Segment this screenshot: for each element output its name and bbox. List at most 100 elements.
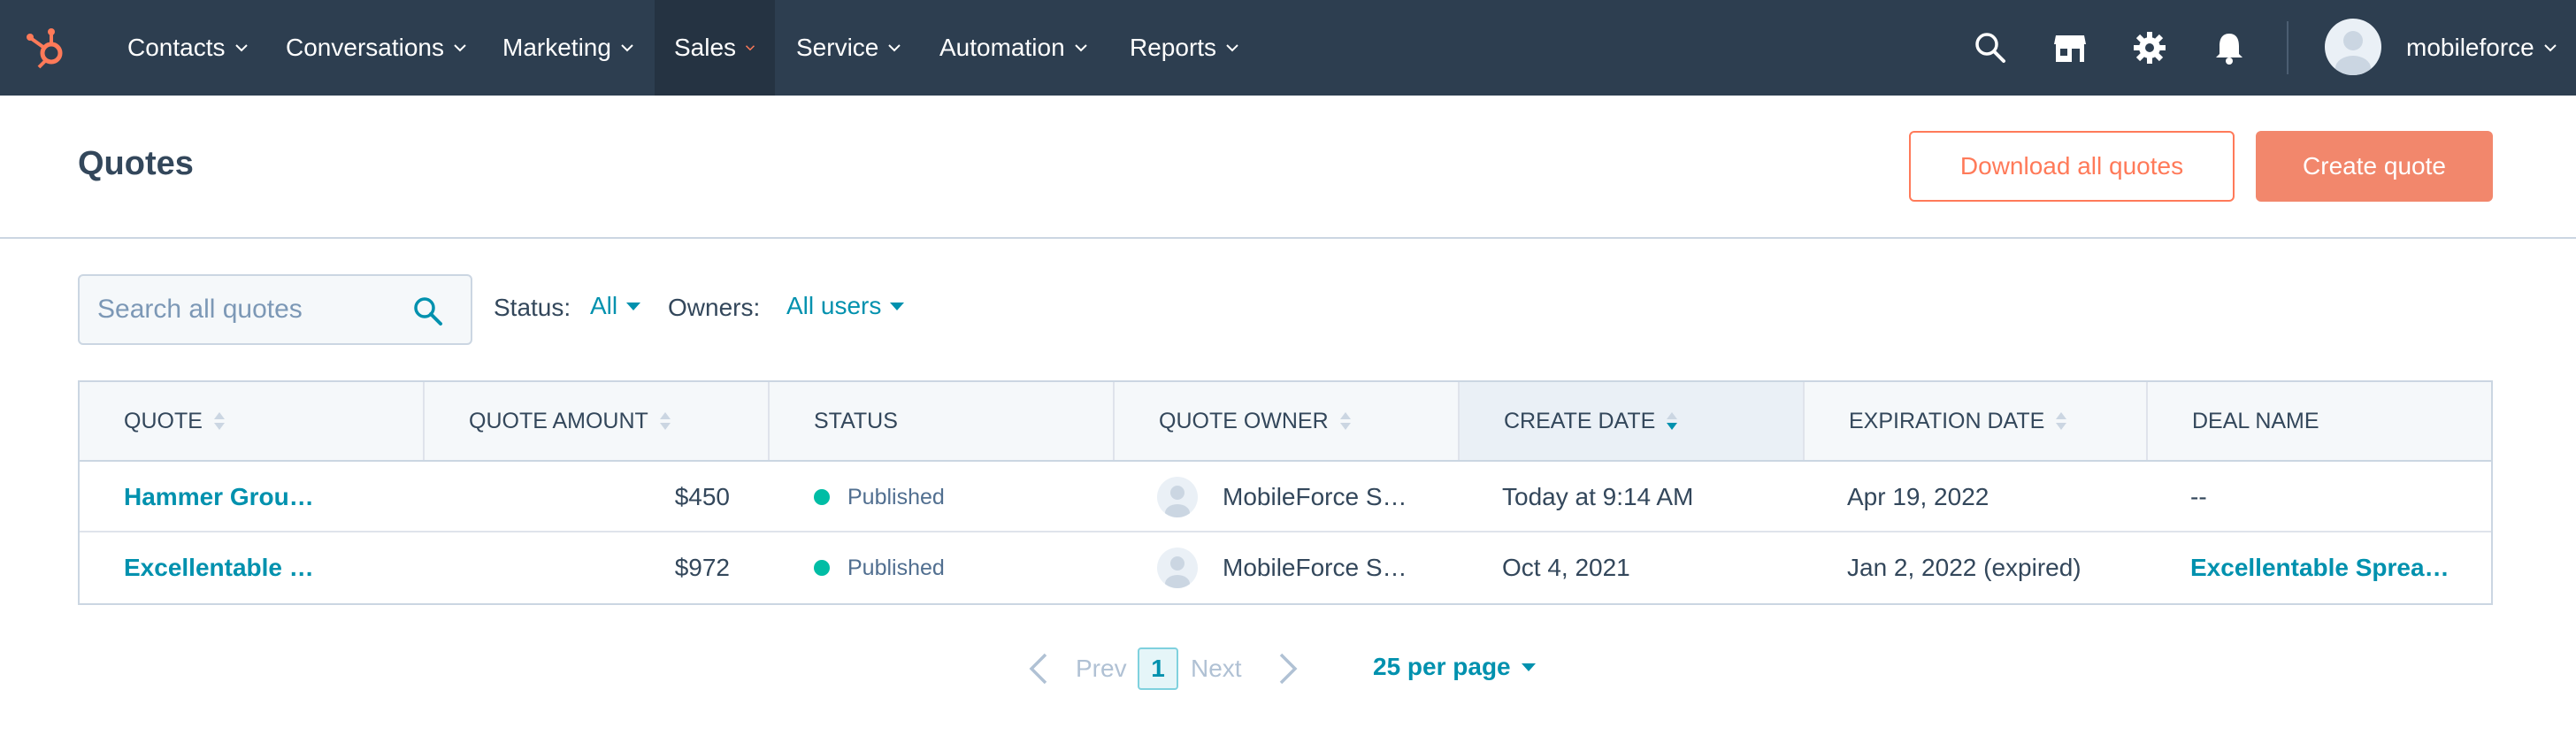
user-avatar[interactable] — [2325, 19, 2381, 75]
owner-name: MobileForce S… — [1223, 554, 1407, 581]
nav-item-sales[interactable]: Sales — [655, 0, 775, 96]
expiration-date: Apr 19, 2022 — [1847, 483, 1990, 510]
search-icon[interactable] — [1973, 30, 2008, 65]
per-page-dropdown[interactable]: 25 per page — [1373, 653, 1536, 681]
nav-item-label: Service — [796, 34, 879, 61]
caret-down-icon — [890, 302, 905, 310]
notifications-bell-icon[interactable] — [2212, 30, 2247, 65]
nav-divider — [2287, 21, 2288, 74]
nav-item-label: Sales — [674, 34, 737, 61]
deal-name: -- — [2190, 483, 2207, 510]
column-header-label: QUOTE AMOUNT — [469, 408, 648, 433]
settings-gear-icon[interactable] — [2132, 30, 2167, 65]
column-header-quote-amount[interactable]: QUOTE AMOUNT — [425, 382, 770, 460]
quote-name-link[interactable]: Hammer Grou… — [124, 462, 314, 532]
create-date: Today at 9:14 AM — [1502, 483, 1694, 510]
owner-avatar-icon — [1157, 548, 1198, 588]
search-icon[interactable] — [412, 295, 444, 327]
column-header-label: CREATE DATE — [1504, 408, 1656, 433]
owner-avatar-icon — [1157, 477, 1198, 517]
chevron-down-icon — [234, 44, 248, 52]
status-text: Published — [847, 484, 945, 509]
owners-filter-value: All users — [786, 292, 882, 319]
nav-item-service[interactable]: Service — [777, 0, 921, 96]
page-title: Quotes — [78, 145, 194, 182]
table-row: Hammer Grou… $450 Published MobileForce … — [80, 462, 2491, 532]
status-filter-dropdown[interactable]: All — [590, 292, 641, 320]
current-page-button[interactable]: 1 — [1138, 647, 1178, 690]
column-header-label: QUOTE — [124, 408, 203, 433]
marketplace-icon[interactable] — [2052, 30, 2088, 65]
status-filter-value: All — [590, 292, 618, 319]
sort-descending-icon — [1667, 412, 1678, 430]
column-header-create-date[interactable]: CREATE DATE — [1460, 382, 1805, 460]
status-dot-icon — [814, 489, 830, 505]
create-quote-button[interactable]: Create quote — [2256, 131, 2493, 202]
sort-icon — [1339, 412, 1351, 430]
chevron-down-icon — [621, 44, 633, 52]
quote-owner: MobileForce S… — [1157, 462, 1407, 532]
chevron-left-icon[interactable] — [1028, 651, 1049, 686]
nav-item-label: Conversations — [286, 34, 444, 61]
hubspot-logo-icon[interactable] — [23, 23, 73, 73]
search-input[interactable] — [97, 292, 398, 327]
column-header-quote[interactable]: QUOTE — [80, 382, 425, 460]
nav-item-label: Contacts — [127, 34, 226, 61]
nav-item-conversations[interactable]: Conversations — [266, 0, 487, 96]
quote-owner: MobileForce S… — [1157, 532, 1407, 603]
nav-item-label: Automation — [939, 34, 1065, 61]
quote-name-link[interactable]: Excellentable … — [124, 532, 314, 603]
next-page-button[interactable]: Next — [1191, 655, 1242, 683]
status-text: Published — [847, 555, 945, 580]
chevron-down-icon — [746, 45, 755, 51]
sort-icon — [2056, 412, 2067, 430]
quote-amount: $972 — [674, 554, 730, 581]
chevron-down-icon — [888, 44, 901, 52]
owners-filter-dropdown[interactable]: All users — [786, 292, 905, 320]
status-dot-icon — [814, 560, 830, 576]
status-badge: Published — [814, 462, 945, 532]
column-header-label: EXPIRATION DATE — [1849, 408, 2045, 433]
status-filter-label: Status: — [494, 294, 571, 321]
expiration-date: Jan 2, 2022 (expired) — [1847, 554, 2082, 581]
create-date: Oct 4, 2021 — [1502, 554, 1630, 581]
column-header-label: STATUS — [814, 408, 898, 433]
nav-item-marketing[interactable]: Marketing — [483, 0, 654, 96]
nav-item-contacts[interactable]: Contacts — [108, 0, 268, 96]
default-avatar-icon — [2335, 31, 2371, 75]
quote-amount: $450 — [674, 483, 730, 510]
table-header: QUOTE QUOTE AMOUNT STATUS QUOTE OWNER CR… — [80, 382, 2491, 462]
quotes-table: QUOTE QUOTE AMOUNT STATUS QUOTE OWNER CR… — [78, 380, 2493, 605]
nav-item-automation[interactable]: Automation — [920, 0, 1108, 96]
column-header-status: STATUS — [770, 382, 1115, 460]
top-navigation-bar: Contacts Conversations Marketing Sales S… — [0, 0, 2576, 96]
nav-item-label: Marketing — [502, 34, 611, 61]
search-box — [78, 274, 472, 345]
chevron-down-icon — [1074, 44, 1087, 52]
table-row: Excellentable … $972 Published MobileFor… — [80, 532, 2491, 603]
account-menu[interactable]: mobileforce — [2406, 0, 2557, 96]
column-header-label: DEAL NAME — [2192, 408, 2319, 433]
column-header-label: QUOTE OWNER — [1159, 408, 1329, 433]
prev-page-button[interactable]: Prev — [1076, 655, 1127, 683]
user-name-label: mobileforce — [2406, 34, 2534, 61]
owners-filter-label: Owners: — [668, 294, 761, 321]
sort-icon — [659, 412, 671, 430]
nav-item-label: Reports — [1130, 34, 1217, 61]
column-header-quote-owner[interactable]: QUOTE OWNER — [1115, 382, 1460, 460]
chevron-down-icon — [2544, 44, 2557, 52]
deal-name-link[interactable]: Excellentable Sprea… — [2190, 532, 2450, 603]
download-all-quotes-button[interactable]: Download all quotes — [1909, 131, 2235, 202]
owner-name: MobileForce S… — [1223, 483, 1407, 510]
column-header-expiration-date[interactable]: EXPIRATION DATE — [1805, 382, 2148, 460]
caret-down-icon — [626, 302, 641, 310]
chevron-down-icon — [1226, 44, 1238, 52]
sort-icon — [213, 412, 225, 430]
status-badge: Published — [814, 532, 945, 603]
nav-item-reports[interactable]: Reports — [1110, 0, 1259, 96]
per-page-label: 25 per page — [1373, 653, 1511, 680]
column-header-deal-name: DEAL NAME — [2148, 382, 2491, 460]
page-header: Quotes Download all quotes Create quote — [0, 96, 2576, 239]
caret-down-icon — [1521, 663, 1536, 671]
chevron-right-icon[interactable] — [1277, 651, 1299, 686]
